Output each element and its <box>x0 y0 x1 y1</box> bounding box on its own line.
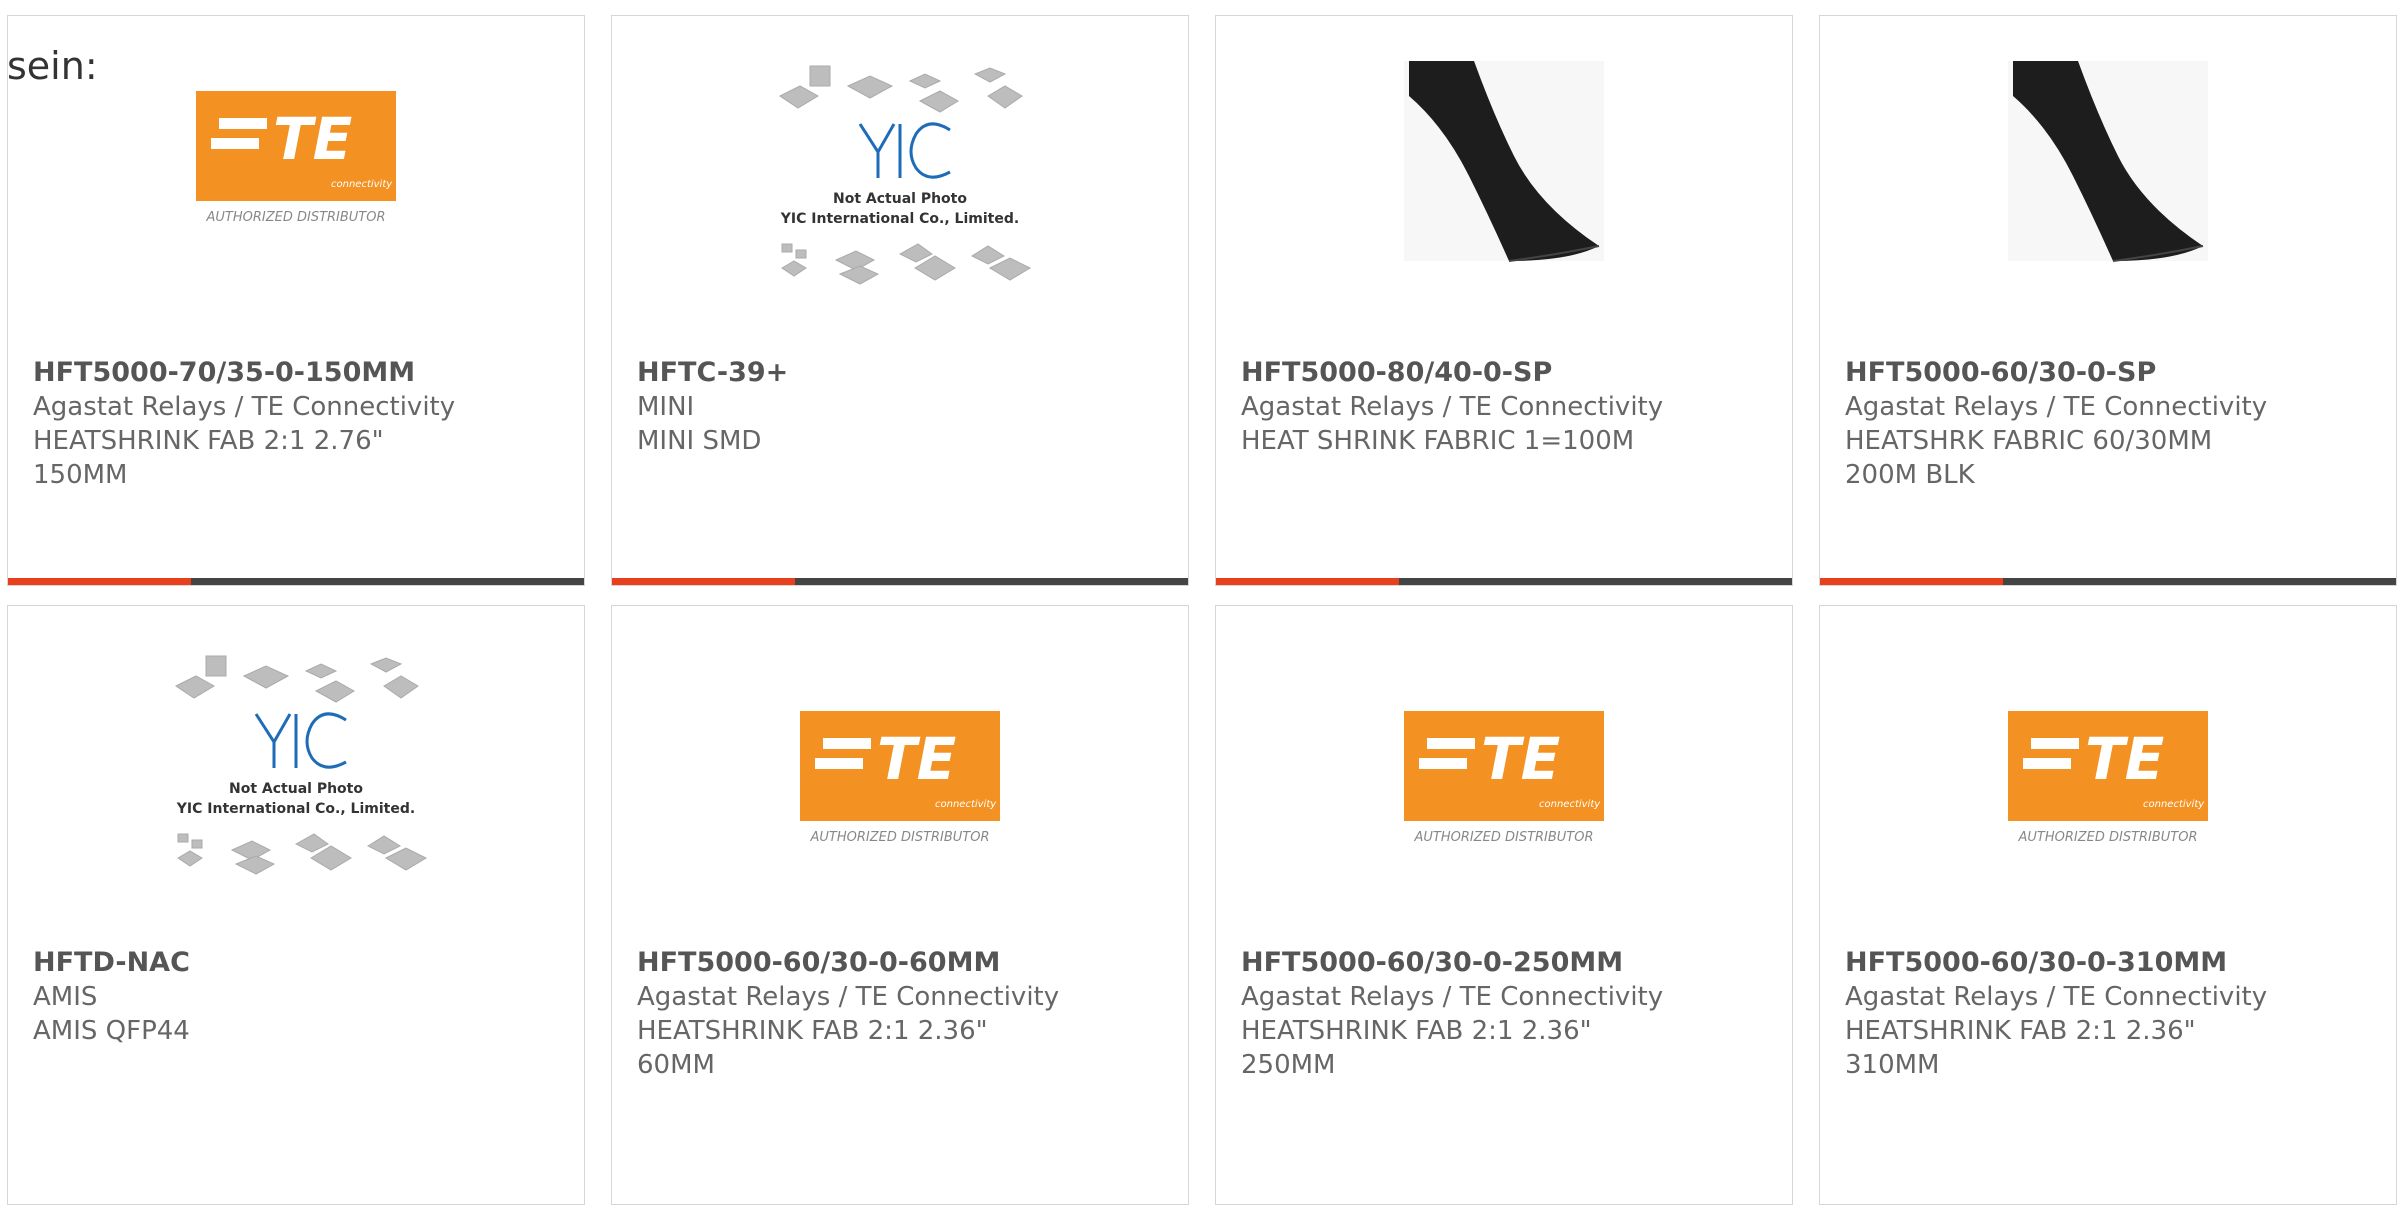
part-number-link[interactable]: HFT5000-60/30-0-SP <box>1845 356 2376 390</box>
description-extra: 250MM <box>1241 1050 1336 1080</box>
product-card[interactable]: Not Actual Photo YIC International Co., … <box>611 15 1189 586</box>
product-image[interactable] <box>1216 56 1792 346</box>
te-connectivity-logo: TE connectivity AUTHORIZED DISTRIBUTOR <box>1404 711 1604 845</box>
card-bottom-bar <box>1216 578 1792 585</box>
description-extra: 150MM <box>33 460 128 490</box>
product-card[interactable]: Not Actual Photo YIC International Co., … <box>7 605 585 1205</box>
description: HEATSHRINK FAB 2:1 2.36" <box>1845 1016 2196 1046</box>
part-number-link[interactable]: HFT5000-70/35-0-150MM <box>33 356 564 390</box>
manufacturer: Agastat Relays / TE Connectivity <box>1845 392 2268 422</box>
description: HEATSHRINK FAB 2:1 2.36" <box>1241 1016 1592 1046</box>
part-number-link[interactable]: HFTC-39+ <box>637 356 1168 390</box>
product-image[interactable] <box>1820 56 2396 346</box>
card-bottom-bar <box>1820 578 2396 585</box>
svg-text:connectivity: connectivity <box>1539 799 1601 810</box>
product-card[interactable]: TE connectivity AUTHORIZED DISTRIBUTOR H… <box>1215 605 1793 1205</box>
te-connectivity-logo: TE connectivity AUTHORIZED DISTRIBUTOR <box>2008 711 2208 845</box>
svg-text:connectivity: connectivity <box>935 799 997 810</box>
description-extra: 200M BLK <box>1845 460 1975 490</box>
te-connectivity-logo: TE connectivity AUTHORIZED DISTRIBUTOR <box>800 711 1000 845</box>
part-number-link[interactable]: HFT5000-60/30-0-250MM <box>1241 946 1772 980</box>
description: HEAT SHRINK FABRIC 1=100M <box>1241 426 1635 456</box>
product-card[interactable]: TE connectivity AUTHORIZED DISTRIBUTOR H… <box>611 605 1189 1205</box>
product-image[interactable]: TE connectivity AUTHORIZED DISTRIBUTOR <box>1820 646 2396 936</box>
product-card[interactable]: HFT5000-80/40-0-SP Agastat Relays / TE C… <box>1215 15 1793 586</box>
part-number-link[interactable]: HFT5000-60/30-0-310MM <box>1845 946 2376 980</box>
description: HEATSHRINK FAB 2:1 2.76" <box>33 426 384 456</box>
description: HEATSHRINK FAB 2:1 2.36" <box>637 1016 988 1046</box>
product-card[interactable]: HFT5000-60/30-0-SP Agastat Relays / TE C… <box>1819 15 2397 586</box>
heatshrink-photo <box>2008 61 2208 262</box>
product-image[interactable]: Not Actual Photo YIC International Co., … <box>612 56 1188 346</box>
manufacturer: Agastat Relays / TE Connectivity <box>33 392 456 422</box>
svg-text:YIC International Co., Limited: YIC International Co., Limited. <box>176 801 415 817</box>
manufacturer: Agastat Relays / TE Connectivity <box>1241 982 1664 1012</box>
manufacturer: MINI <box>637 392 695 422</box>
svg-text:YIC International Co., Limited: YIC International Co., Limited. <box>780 211 1019 227</box>
description: AMIS QFP44 <box>33 1016 190 1046</box>
svg-text:Not Actual Photo: Not Actual Photo <box>833 191 967 207</box>
product-image[interactable]: TE connectivity AUTHORIZED DISTRIBUTOR <box>612 646 1188 936</box>
svg-text:connectivity: connectivity <box>2143 799 2205 810</box>
card-bar-accent <box>1216 578 1399 585</box>
product-card[interactable]: TE connectivity AUTHORIZED DISTRIBUTOR H… <box>1819 605 2397 1205</box>
manufacturer: Agastat Relays / TE Connectivity <box>637 982 1060 1012</box>
part-number-link[interactable]: HFT5000-60/30-0-60MM <box>637 946 1168 980</box>
card-bar-accent <box>1820 578 2003 585</box>
svg-text:TE: TE <box>2085 725 2164 793</box>
manufacturer: AMIS <box>33 982 98 1012</box>
description: MINI SMD <box>637 426 762 456</box>
yic-placeholder-image: Not Actual Photo YIC International Co., … <box>779 65 1032 285</box>
description: HEATSHRK FABRIC 60/30MM <box>1845 426 2213 456</box>
part-number-link[interactable]: HFTD-NAC <box>33 946 564 980</box>
svg-text:AUTHORIZED DISTRIBUTOR: AUTHORIZED DISTRIBUTOR <box>2017 830 2197 845</box>
manufacturer: Agastat Relays / TE Connectivity <box>1845 982 2268 1012</box>
card-bottom-bar <box>612 578 1188 585</box>
product-image[interactable]: TE connectivity AUTHORIZED DISTRIBUTOR <box>1216 646 1792 936</box>
card-bar-accent <box>8 578 191 585</box>
svg-text:AUTHORIZED DISTRIBUTOR: AUTHORIZED DISTRIBUTOR <box>205 210 385 225</box>
product-image[interactable]: Not Actual Photo YIC International Co., … <box>8 646 584 936</box>
manufacturer: Agastat Relays / TE Connectivity <box>1241 392 1664 422</box>
svg-text:TE: TE <box>1481 725 1560 793</box>
yic-placeholder-image: Not Actual Photo YIC International Co., … <box>175 655 428 875</box>
svg-text:connectivity: connectivity <box>331 179 393 190</box>
card-bar-accent <box>612 578 795 585</box>
svg-text:Not Actual Photo: Not Actual Photo <box>229 781 363 797</box>
product-image[interactable]: TE connectivity AUTHORIZED DISTRIBUTOR <box>8 56 584 346</box>
part-number-link[interactable]: HFT5000-80/40-0-SP <box>1241 356 1772 390</box>
te-connectivity-logo: TE connectivity AUTHORIZED DISTRIBUTOR <box>196 91 396 225</box>
svg-text:AUTHORIZED DISTRIBUTOR: AUTHORIZED DISTRIBUTOR <box>809 830 989 845</box>
product-grid: TE connectivity AUTHORIZED DISTRIBUTOR H… <box>0 0 2400 1205</box>
svg-text:AUTHORIZED DISTRIBUTOR: AUTHORIZED DISTRIBUTOR <box>1413 830 1593 845</box>
description-extra: 60MM <box>637 1050 715 1080</box>
svg-text:TE: TE <box>877 725 956 793</box>
cut-off-heading-text: sein: <box>7 44 98 88</box>
product-card[interactable]: TE connectivity AUTHORIZED DISTRIBUTOR H… <box>7 15 585 586</box>
heatshrink-photo <box>1404 61 1604 262</box>
description-extra: 310MM <box>1845 1050 1940 1080</box>
svg-text:TE: TE <box>273 105 352 173</box>
card-bottom-bar <box>8 578 584 585</box>
